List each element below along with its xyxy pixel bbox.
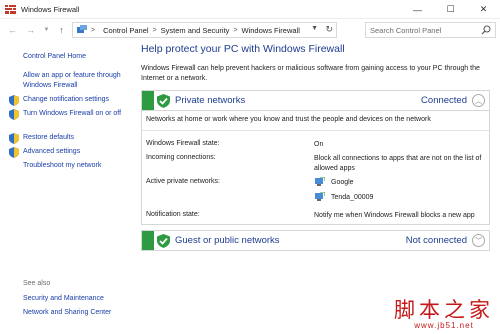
status-green-bar (142, 91, 154, 110)
search-input[interactable]: Search Control Panel (365, 22, 496, 38)
network-name: Google (331, 178, 354, 186)
close-button[interactable]: ✕ (467, 0, 500, 19)
sidebar-control-panel-home[interactable]: Control Panel Home (23, 52, 86, 62)
path-separator-icon: > (233, 26, 238, 34)
green-shield-check-icon (157, 94, 170, 110)
path-dropdown-icon[interactable]: ▼ (311, 25, 318, 32)
sidebar-allow-app[interactable]: Allow an app or feature through Windows … (23, 71, 123, 91)
divider (142, 130, 489, 131)
public-networks-header[interactable]: Guest or public networks Not connected ﹀ (141, 230, 490, 251)
maximize-button[interactable]: ☐ (434, 0, 467, 19)
private-networks-header[interactable]: Private networks Connected ︿ (141, 90, 490, 111)
uac-shield-icon (9, 109, 19, 120)
back-button[interactable]: ← (6, 23, 19, 37)
sidebar-advanced-settings[interactable]: Advanced settings (23, 147, 80, 157)
search-icon[interactable] (481, 25, 491, 37)
private-networks-status: Connected (421, 95, 467, 106)
firewall-state-value: On (314, 141, 324, 148)
page-title: Help protect your PC with Windows Firewa… (141, 43, 345, 55)
uac-shield-icon (9, 95, 19, 106)
see-also-heading: See also (23, 280, 51, 287)
notification-state-value: Notify me when Windows Firewall blocks a… (314, 212, 475, 219)
public-networks-status: Not connected (405, 235, 467, 246)
minimize-button[interactable]: — (401, 0, 434, 19)
network-icon (314, 176, 326, 187)
expand-chevron-icon[interactable]: ﹀ (472, 234, 485, 247)
sidebar-turn-firewall-on-off[interactable]: Turn Windows Firewall on or off (23, 109, 123, 119)
active-networks-label: Active private networks: (146, 178, 220, 185)
incoming-connections-value: Block all connections to apps that are n… (314, 155, 482, 172)
collapse-chevron-icon[interactable]: ︿ (472, 94, 485, 107)
up-button[interactable]: ↑ (55, 23, 68, 37)
sidebar-troubleshoot[interactable]: Troubleshoot my network (23, 161, 101, 171)
network-name: Tenda_00009 (331, 193, 374, 201)
sidebar-restore-defaults[interactable]: Restore defaults (23, 133, 74, 143)
title-bar: Windows Firewall — ☐ ✕ (0, 0, 500, 19)
breadcrumb-control-panel[interactable]: Control Panel (103, 26, 148, 35)
uac-shield-icon (9, 147, 19, 158)
address-path[interactable]: > Control Panel > System and Security > … (72, 22, 337, 38)
network-icon (314, 191, 326, 202)
watermark: 脚本之家 www.jb51.net (394, 299, 494, 330)
public-networks-title: Guest or public networks (175, 235, 280, 246)
private-networks-note: Networks at home or work where you know … (146, 116, 431, 123)
firewall-state-label: Windows Firewall state: (146, 140, 220, 147)
incoming-connections-label: Incoming connections: (146, 154, 216, 161)
watermark-logo: 脚本之家 (394, 298, 494, 322)
control-panel-icon (77, 24, 87, 36)
private-networks-title: Private networks (175, 95, 246, 106)
forward-button[interactable]: → (24, 23, 37, 37)
sidebar-change-notification[interactable]: Change notification settings (23, 95, 109, 105)
refresh-icon[interactable]: ↻ (325, 24, 333, 35)
window-title: Windows Firewall (21, 4, 80, 14)
notification-state-label: Notification state: (146, 211, 200, 218)
path-separator-icon: > (152, 26, 157, 34)
uac-shield-icon (9, 133, 19, 144)
sidebar-network-sharing-center[interactable]: Network and Sharing Center (23, 308, 111, 318)
breadcrumb-windows-firewall[interactable]: Windows Firewall (242, 26, 300, 35)
network-item-tenda: Tenda_00009 (314, 191, 374, 202)
search-placeholder: Search Control Panel (370, 25, 442, 35)
status-green-bar (142, 231, 154, 250)
firewall-app-icon (5, 4, 16, 15)
address-bar: ← → ▼ ↑ > Control Panel > System and Sec… (0, 20, 500, 40)
recent-dropdown-icon[interactable]: ▼ (40, 23, 53, 37)
sidebar-security-maintenance[interactable]: Security and Maintenance (23, 294, 104, 304)
watermark-url: www.jb51.net (414, 321, 474, 330)
breadcrumb-system-security[interactable]: System and Security (161, 26, 230, 35)
private-networks-details: Networks at home or work where you know … (141, 111, 490, 225)
path-separator-icon: > (91, 26, 96, 34)
sidebar: Control Panel Home Allow an app or featu… (0, 41, 135, 334)
green-shield-check-icon (157, 234, 170, 250)
network-item-google: Google (314, 176, 354, 187)
page-description: Windows Firewall can help prevent hacker… (141, 65, 480, 82)
